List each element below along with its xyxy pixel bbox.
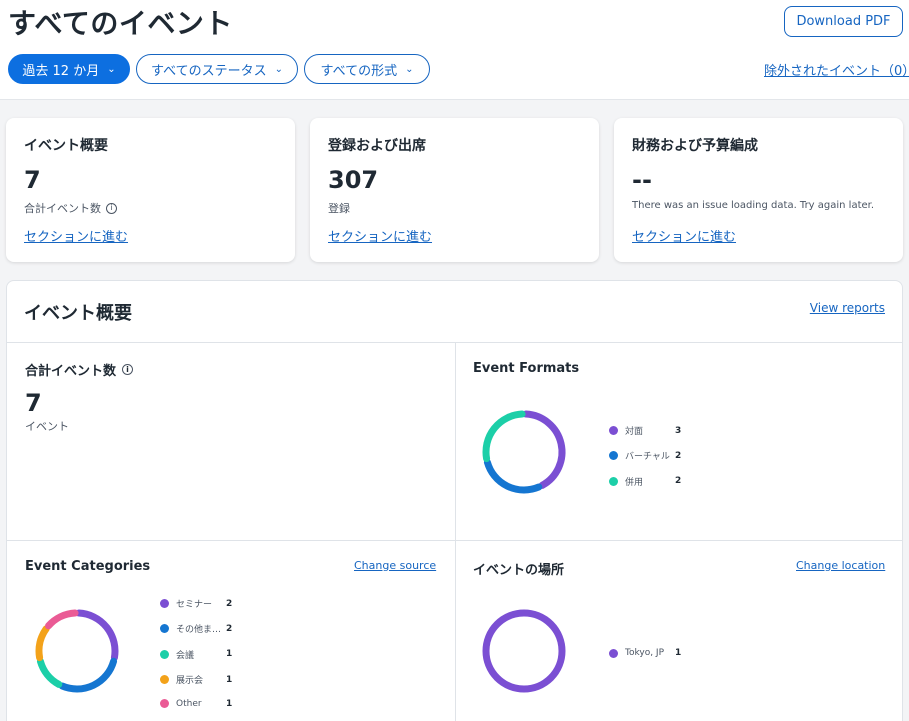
view-reports-link[interactable]: View reports (810, 301, 885, 315)
status-filter-label: すべてのステータス (151, 63, 267, 79)
donut-slice-1[interactable] (483, 458, 543, 494)
page-title: すべてのイベント (8, 7, 233, 40)
total-events-title-text: 合計イベント数 (25, 364, 117, 379)
legend-label: 展示会 (176, 676, 204, 687)
date-range-filter[interactable]: 過去 12 か月 ⌄ (8, 54, 130, 84)
legend-item: 対面 3 (609, 424, 681, 437)
legend-swatch (160, 599, 169, 608)
legend-label: 併用 (625, 477, 644, 488)
chevron-down-icon: ⌄ (274, 63, 283, 75)
event-formats-donut-chart (482, 410, 566, 494)
legend-label: Tokyo, JP (625, 648, 665, 658)
legend-item: 会議 1 (160, 648, 232, 661)
overview-panel: イベント概要 View reports 合計イベント数 i 7 イベント Eve… (6, 280, 903, 721)
donut-slice-0[interactable] (522, 410, 566, 489)
format-filter-label: すべての形式 (320, 63, 398, 79)
donut-slice-2[interactable] (482, 410, 526, 463)
legend-swatch (609, 451, 618, 461)
legend-value: 2 (675, 450, 682, 461)
divider (7, 540, 902, 541)
event-locations-donut-chart (482, 609, 566, 693)
legend-value: 2 (226, 623, 233, 634)
legend-value: 2 (675, 476, 682, 487)
total-events-unit: イベント (25, 420, 69, 433)
status-filter[interactable]: すべてのステータス ⌄ (136, 54, 298, 84)
info-icon[interactable]: i (122, 364, 134, 375)
legend-swatch (160, 649, 169, 659)
event-formats-title: Event Formats (473, 361, 580, 376)
event-locations-title: イベントの場所 (473, 563, 565, 578)
go-to-section-link[interactable]: セクションに進む (328, 226, 432, 245)
go-to-section-link[interactable]: セクションに進む (632, 226, 736, 245)
change-location-link[interactable]: Change location (796, 559, 885, 572)
legend-swatch (160, 699, 169, 709)
date-range-filter-label: 過去 12 か月 (22, 63, 100, 79)
legend-label: 会議 (176, 650, 195, 661)
divider (455, 342, 456, 721)
card-value: -- (632, 166, 652, 194)
legend-swatch (160, 624, 169, 634)
legend-value: 3 (675, 425, 682, 436)
legend-swatch (609, 476, 618, 486)
card-error-text: There was an issue loading data. Try aga… (632, 200, 875, 211)
card-subtitle: 登録 (328, 200, 350, 216)
legend-item: その他ま… 2 (160, 622, 232, 635)
chevron-down-icon: ⌄ (405, 63, 414, 75)
summary-card-finance: 財務および予算編成 -- There was an issue loading … (614, 118, 903, 262)
download-pdf-button[interactable]: Download PDF (784, 6, 903, 37)
total-events-title: 合計イベント数 i (25, 360, 134, 379)
legend-value: 1 (226, 698, 233, 709)
donut-slice-3[interactable] (35, 625, 50, 662)
panel-title: イベント概要 (24, 303, 132, 324)
legend-swatch (609, 426, 618, 435)
legend-value: 1 (675, 648, 682, 658)
card-subtitle-text: 登録 (328, 202, 350, 215)
card-title: 登録および出席 (328, 138, 426, 154)
legend-item: Tokyo, JP 1 (609, 648, 681, 658)
legend-item: Other 1 (160, 699, 232, 709)
total-events-value: 7 (25, 389, 42, 417)
donut-slice-4[interactable] (45, 609, 79, 630)
card-title: 財務および予算編成 (632, 138, 758, 154)
legend-swatch (160, 675, 169, 685)
card-error-message: There was an issue loading data. Try aga… (632, 200, 874, 211)
change-source-link[interactable]: Change source (354, 559, 436, 572)
event-categories-donut-chart (35, 609, 119, 693)
top-bar: すべてのイベント Download PDF 過去 12 か月 ⌄ すべてのステー… (0, 0, 909, 100)
donut-slice-0[interactable] (75, 609, 119, 662)
go-to-section-link[interactable]: セクションに進む (24, 226, 128, 245)
event-categories-title: Event Categories (25, 559, 151, 574)
legend-swatch (609, 648, 618, 658)
card-subtitle: 合計イベント数 i (24, 200, 117, 216)
legend-label: セミナー (176, 600, 213, 610)
donut-slice-2[interactable] (36, 657, 63, 688)
legend-label: 対面 (625, 427, 644, 437)
legend-item: セミナー 2 (160, 597, 232, 610)
format-filter[interactable]: すべての形式 ⌄ (304, 54, 430, 84)
legend-label: Other (176, 698, 202, 709)
legend-value: 2 (226, 598, 233, 609)
legend-label: その他ま… (176, 625, 222, 636)
info-icon[interactable]: i (106, 202, 117, 214)
legend-item: バーチャル 2 (609, 449, 681, 462)
card-title: イベント概要 (24, 138, 108, 154)
donut-slice-1[interactable] (58, 657, 118, 693)
donut-slice-0[interactable] (482, 609, 566, 693)
card-value: 7 (24, 166, 41, 194)
card-value: 307 (328, 166, 379, 194)
summary-card-registration: 登録および出席 307 登録 セクションに進む (310, 118, 599, 262)
legend-label: バーチャル (625, 452, 670, 463)
legend-value: 1 (226, 674, 233, 685)
summary-card-overview: イベント概要 7 合計イベント数 i セクションに進む (6, 118, 295, 262)
legend-item: 展示会 1 (160, 673, 232, 686)
chevron-down-icon: ⌄ (107, 63, 116, 75)
legend-item: 併用 2 (609, 475, 681, 488)
legend-value: 1 (226, 649, 233, 660)
excluded-events-link[interactable]: 除外されたイベント（0） (764, 60, 909, 79)
card-subtitle-text: 合計イベント数 (24, 202, 101, 215)
